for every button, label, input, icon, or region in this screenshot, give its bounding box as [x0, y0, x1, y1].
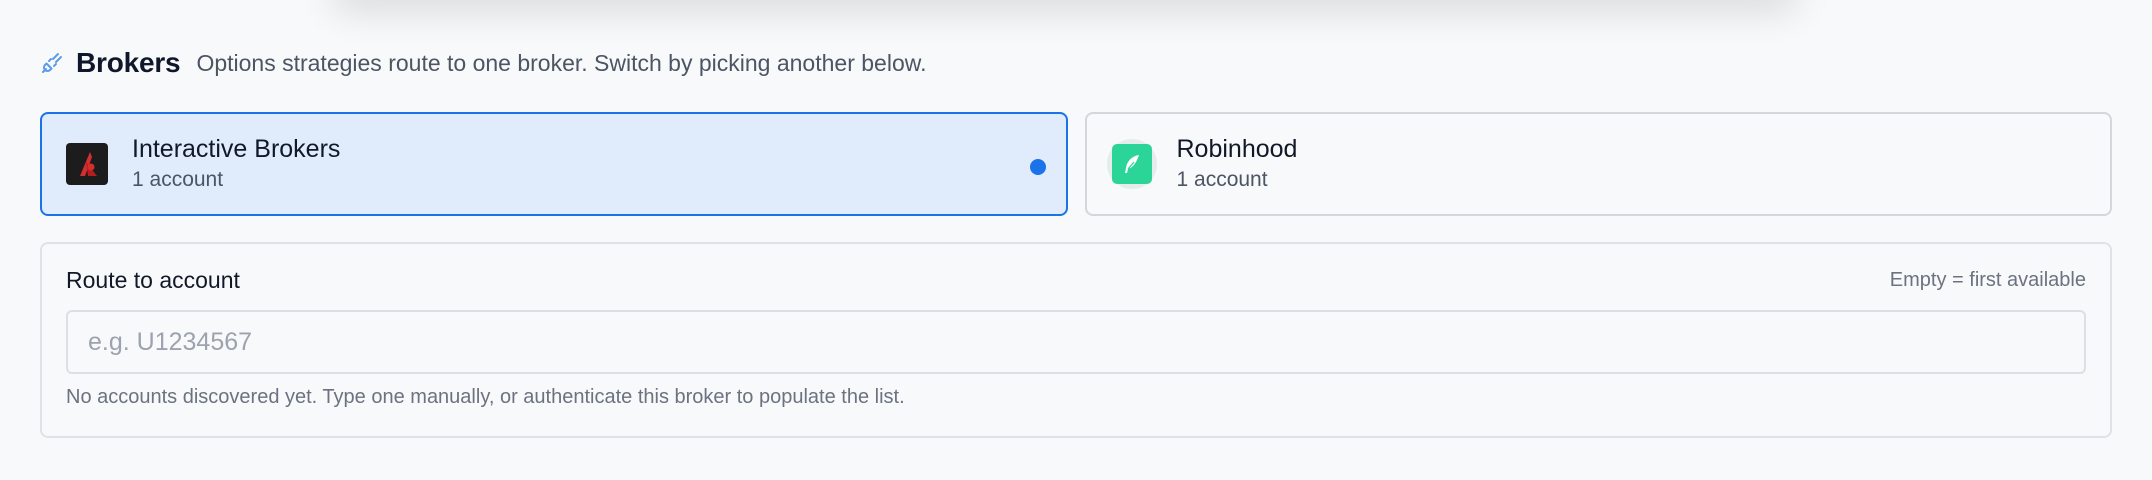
- route-help-text: No accounts discovered yet. Type one man…: [66, 386, 905, 408]
- broker-account-count: 1 account: [132, 168, 224, 191]
- broker-card-interactive-brokers[interactable]: Interactive Brokers 1 account: [40, 112, 1068, 216]
- selected-indicator-dot: [1029, 159, 1046, 175]
- broker-account-count: 1 account: [1176, 168, 1268, 191]
- section-header: Brokers Options strategies route to one …: [40, 46, 2112, 80]
- robinhood-feather-logo-icon: [1111, 144, 1152, 184]
- interactive-brokers-logo-icon: [66, 143, 108, 185]
- broker-name: Interactive Brokers: [132, 135, 341, 163]
- broker-list: Interactive Brokers 1 account Robinhood …: [40, 112, 2112, 216]
- brokers-section: Brokers Options strategies route to one …: [40, 46, 2112, 438]
- broker-card-robinhood[interactable]: Robinhood 1 account: [1084, 112, 2112, 216]
- route-label: Route to account: [66, 266, 240, 293]
- broker-info: Robinhood 1 account: [1177, 133, 1298, 195]
- section-subtitle: Options strategies route to one broker. …: [196, 49, 927, 76]
- section-title: Brokers: [76, 47, 181, 78]
- route-to-account-panel: Route to account Empty = first available…: [40, 242, 2112, 438]
- robinhood-logo: [1106, 139, 1157, 189]
- route-header: Route to account Empty = first available: [66, 266, 2086, 294]
- route-hint: Empty = first available: [1889, 268, 2086, 291]
- account-id-input[interactable]: [66, 310, 2086, 374]
- broker-name: Robinhood: [1176, 135, 1298, 163]
- plug-icon: [42, 53, 62, 73]
- broker-info: Interactive Brokers 1 account: [132, 133, 340, 195]
